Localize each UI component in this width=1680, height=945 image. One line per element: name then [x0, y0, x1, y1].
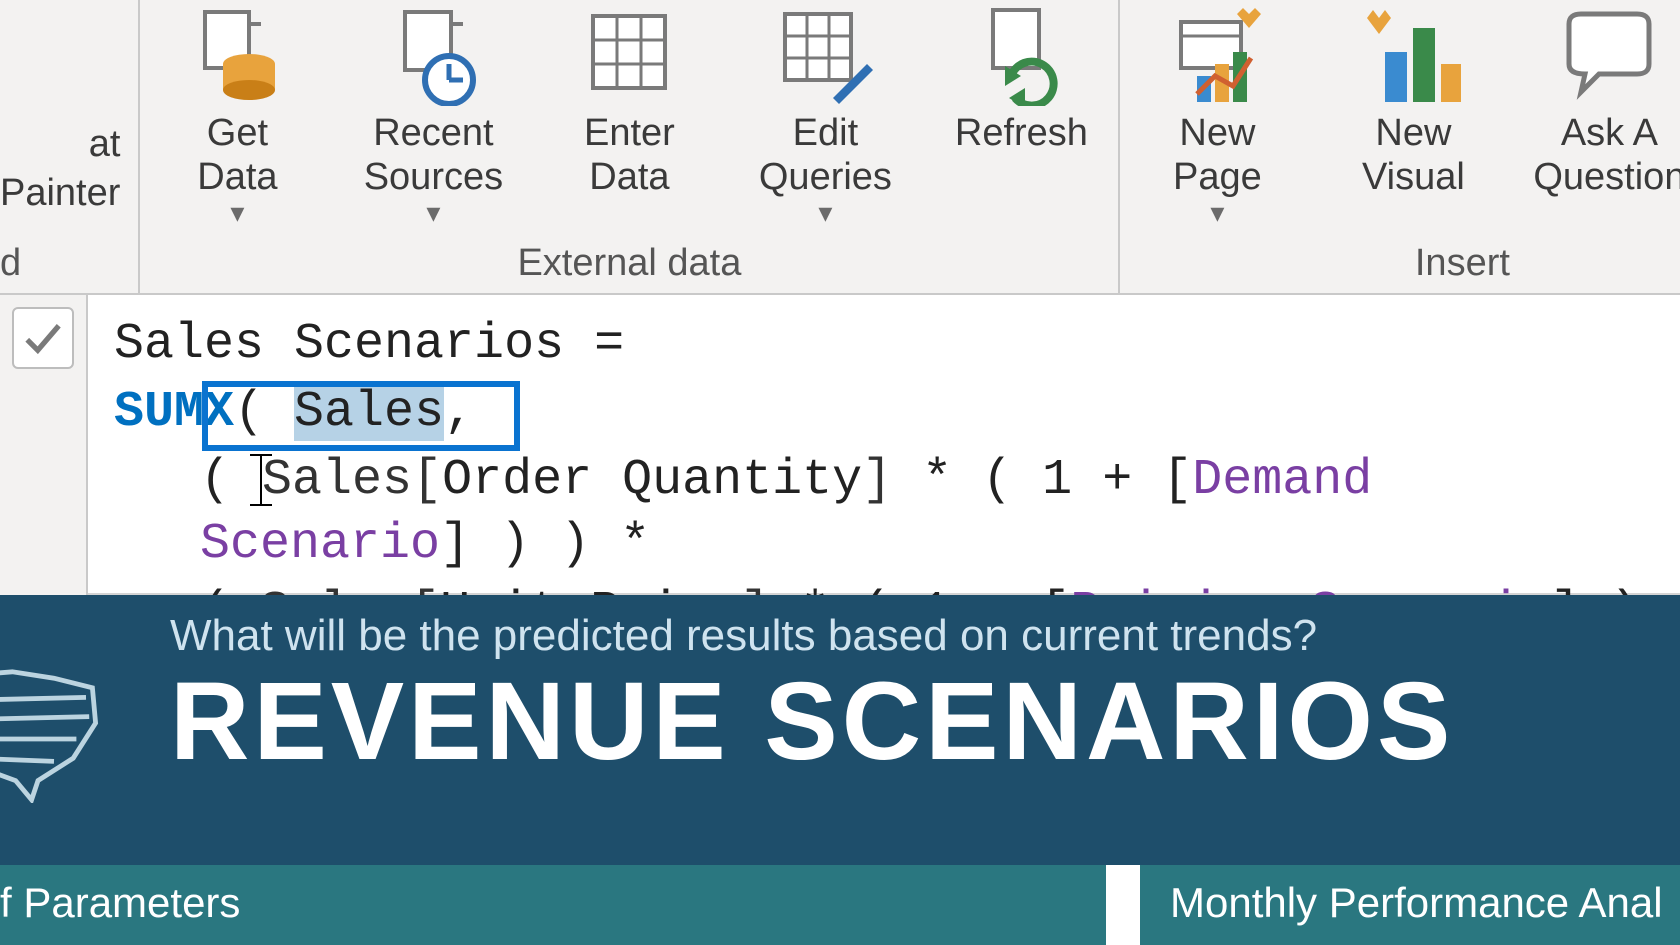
ask-a-question-button[interactable]: Ask A Question [1534, 0, 1680, 230]
formula-bar-left [0, 295, 88, 595]
sumx-function: SUMX [114, 384, 234, 441]
l3-mid: * ( 1 + [ [892, 452, 1192, 509]
new-visual-button[interactable]: New Visual [1338, 0, 1488, 230]
enter-data-button[interactable]: Enter Data [554, 0, 704, 230]
text-caret [260, 454, 262, 506]
insert-group-label: Insert [1120, 242, 1680, 285]
recent-sources-button[interactable]: Recent Sources ▾ [358, 0, 508, 230]
new-page-label: New Page [1173, 112, 1262, 199]
ribbon: at Painter d Get Data ▾ Recent Sources ▾ [0, 0, 1680, 295]
recent-sources-label: Recent Sources [364, 112, 503, 199]
col1-open: [ [412, 452, 442, 509]
chevron-down-icon: ▾ [1210, 197, 1224, 229]
new-page-icon [1167, 6, 1267, 106]
get-data-button[interactable]: Get Data ▾ [162, 0, 312, 230]
recent-sources-icon [383, 6, 483, 106]
edit-queries-label: Edit Queries [759, 112, 892, 199]
panel-row: f Parameters Monthly Performance Anal [0, 865, 1680, 945]
table-arg-sales: Sales [294, 384, 444, 441]
chevron-down-icon: ▾ [818, 197, 832, 229]
formula-bar[interactable]: Sales Scenarios = SUMX( Sales, ( Sales[O… [88, 295, 1680, 595]
banner-question: What will be the predicted results based… [170, 611, 1680, 661]
commit-checkmark-button[interactable] [12, 307, 74, 369]
ask-question-icon [1559, 6, 1659, 106]
chevron-down-icon: ▾ [426, 197, 440, 229]
monthly-performance-panel-title: Monthly Performance Anal [1140, 865, 1680, 945]
clipboard-group-partial: d [0, 242, 138, 285]
check-icon [22, 317, 64, 359]
col1-name: Order Quantity [442, 452, 862, 509]
equals-sign: = [564, 316, 624, 373]
refresh-button[interactable]: Refresh [946, 0, 1096, 230]
refresh-label: Refresh [955, 112, 1088, 156]
external-data-group-label: External data [140, 242, 1118, 285]
measure-name: Sales Scenarios [114, 316, 564, 373]
new-visual-label: New Visual [1362, 112, 1465, 199]
enter-data-icon [579, 6, 679, 106]
enter-data-label: Enter Data [584, 112, 675, 199]
ribbon-group-clipboard: at Painter d [0, 0, 140, 293]
ribbon-group-insert: New Page ▾ New Visual Ask A Question [1120, 0, 1680, 293]
formula-bar-row: Sales Scenarios = SUMX( Sales, ( Sales[O… [0, 295, 1680, 595]
new-page-button[interactable]: New Page ▾ [1142, 0, 1292, 230]
col1-close: ] [862, 452, 892, 509]
ribbon-group-external-data: Get Data ▾ Recent Sources ▾ Enter Data [140, 0, 1120, 293]
title-banner: What will be the predicted results based… [0, 595, 1680, 865]
ask-question-label: Ask A Question [1533, 112, 1680, 199]
edit-queries-button[interactable]: Edit Queries ▾ [750, 0, 900, 230]
get-data-label: Get Data [197, 112, 277, 199]
get-data-icon [187, 6, 287, 106]
banner-title: REVENUE SCENARIOS [170, 667, 1680, 777]
new-visual-icon [1363, 6, 1463, 106]
edit-queries-icon [775, 6, 875, 106]
parameters-panel-title: f Parameters [0, 865, 1106, 945]
usa-map-icon [0, 643, 102, 803]
chevron-down-icon: ▾ [230, 197, 244, 229]
format-painter-partial[interactable]: at Painter [0, 0, 128, 219]
l3-close: ] ) ) * [440, 516, 650, 573]
report-canvas: What will be the predicted results based… [0, 595, 1680, 945]
open-paren: ( [234, 384, 294, 441]
comma: , [444, 384, 474, 441]
col1-table: Sales [262, 452, 412, 509]
refresh-icon [971, 6, 1071, 106]
l3-open: ( [200, 452, 260, 509]
